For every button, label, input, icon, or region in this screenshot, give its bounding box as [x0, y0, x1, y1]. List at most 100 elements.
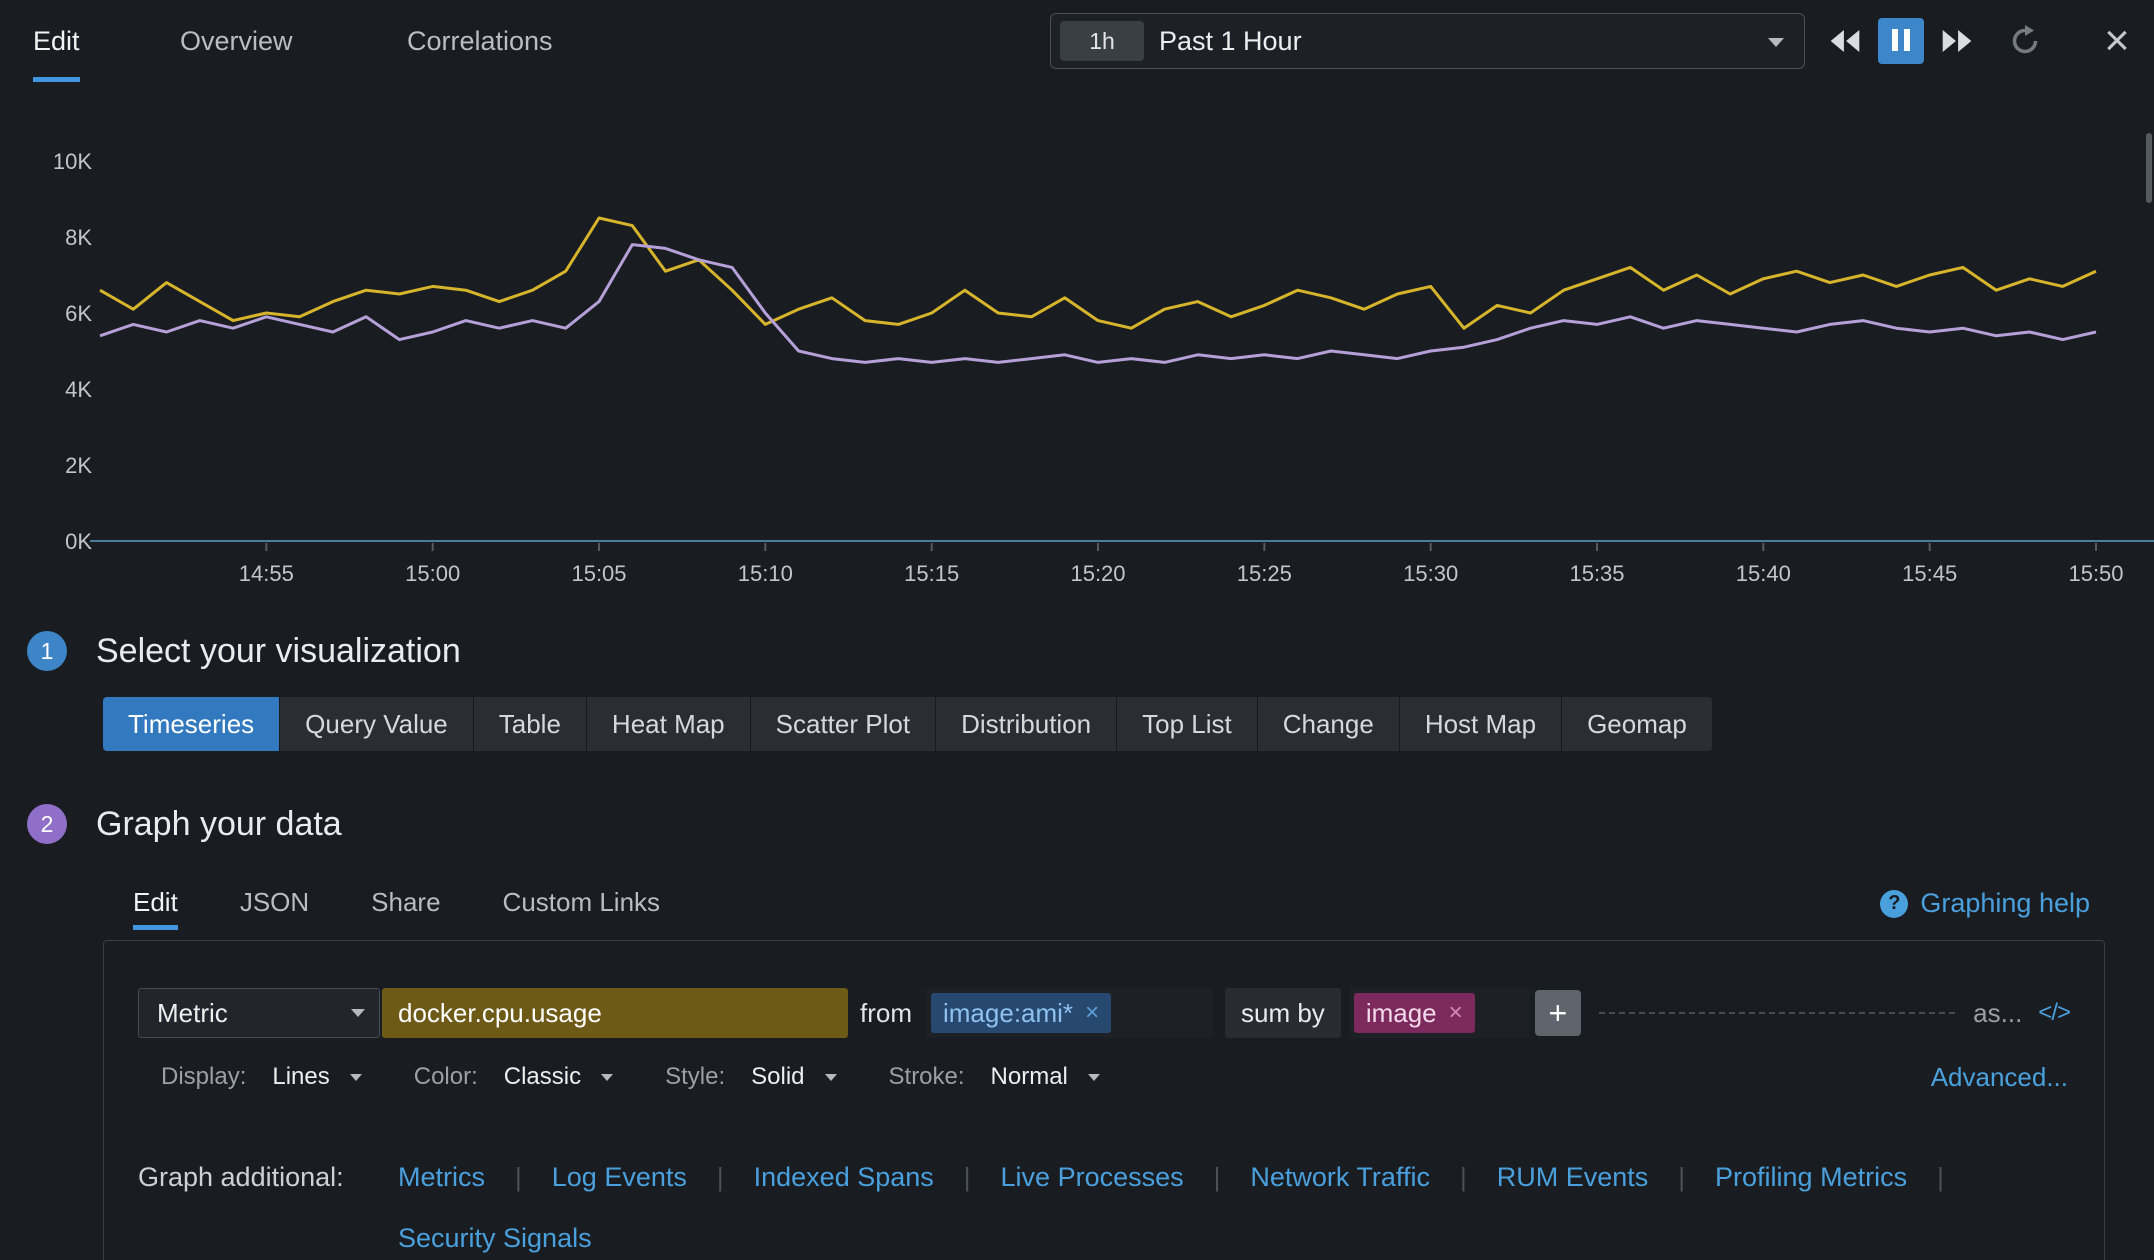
query-row: Metric docker.cpu.usage from image:ami* …: [138, 988, 2070, 1038]
viz-option-top-list[interactable]: Top List: [1117, 697, 1258, 751]
svg-text:15:00: 15:00: [405, 561, 460, 586]
scrollbar-thumb[interactable]: [2146, 133, 2152, 203]
additional-link-live-processes[interactable]: Live Processes: [1001, 1162, 1184, 1192]
remove-tag-icon[interactable]: ×: [1449, 999, 1463, 1027]
additional-links-row: Security Signals: [398, 1210, 2098, 1260]
svg-text:15:25: 15:25: [1237, 561, 1292, 586]
time-range-label: Past 1 Hour: [1159, 26, 1302, 57]
group-by-tag-label: image: [1366, 998, 1437, 1029]
chevron-down-icon: [1088, 1074, 1100, 1081]
link-separator: |: [964, 1162, 971, 1192]
from-filter-tag[interactable]: image:ami* ×: [931, 993, 1111, 1033]
tab-edit[interactable]: Edit: [33, 0, 80, 82]
svg-text:10K: 10K: [53, 149, 92, 174]
code-editor-icon[interactable]: </>: [2038, 999, 2070, 1027]
chevron-down-icon: [350, 1074, 362, 1081]
viz-option-timeseries[interactable]: Timeseries: [103, 697, 280, 751]
svg-text:15:40: 15:40: [1736, 561, 1791, 586]
link-separator: |: [1214, 1162, 1221, 1192]
from-label: from: [860, 998, 912, 1029]
viz-option-query-value[interactable]: Query Value: [280, 697, 474, 751]
stroke-dropdown[interactable]: Stroke: Normal: [889, 1063, 1100, 1091]
viz-option-distribution[interactable]: Distribution: [936, 697, 1117, 751]
additional-link-log-events[interactable]: Log Events: [552, 1162, 687, 1192]
query-editor: Metric docker.cpu.usage from image:ami* …: [103, 940, 2105, 1260]
graph-tab-custom-links[interactable]: Custom Links: [503, 874, 661, 930]
svg-text:15:20: 15:20: [1070, 561, 1125, 586]
as-alias-button[interactable]: as...: [1973, 998, 2022, 1029]
tab-correlations[interactable]: Correlations: [407, 0, 553, 82]
display-options-row: Display: Lines Color: Classic Style: Sol…: [161, 1057, 1152, 1097]
color-dropdown[interactable]: Color: Classic: [414, 1063, 613, 1091]
additional-link-security-signals[interactable]: Security Signals: [398, 1223, 592, 1253]
fast-forward-button[interactable]: [1934, 18, 1980, 64]
svg-text:15:50: 15:50: [2068, 561, 2123, 586]
link-separator: |: [1678, 1162, 1685, 1192]
additional-link-profiling-metrics[interactable]: Profiling Metrics: [1715, 1162, 1907, 1192]
graph-tabs: Edit JSON Share Custom Links: [133, 874, 660, 930]
refresh-button[interactable]: [2002, 18, 2048, 64]
chevron-down-icon: [601, 1074, 613, 1081]
viz-option-scatter-plot[interactable]: Scatter Plot: [751, 697, 936, 751]
pause-button[interactable]: [1878, 18, 1924, 64]
svg-text:0K: 0K: [65, 529, 92, 554]
color-value: Classic: [504, 1063, 581, 1091]
graph-tab-edit[interactable]: Edit: [133, 874, 178, 930]
visualization-selector: TimeseriesQuery ValueTableHeat MapScatte…: [103, 697, 1712, 751]
additional-link-indexed-spans[interactable]: Indexed Spans: [754, 1162, 934, 1192]
link-separator: |: [515, 1162, 522, 1192]
remove-tag-icon[interactable]: ×: [1085, 999, 1099, 1027]
advanced-link[interactable]: Advanced...: [1931, 1057, 2068, 1097]
step-2-badge: 2: [27, 804, 67, 844]
group-by-input[interactable]: image ×: [1349, 988, 1529, 1038]
chart-canvas: 10K8K6K4K2K0K14:5515:0015:0515:1015:1515…: [0, 82, 2154, 622]
sum-by-label: sum by: [1225, 988, 1341, 1038]
group-by-tag[interactable]: image ×: [1354, 993, 1475, 1033]
metric-input[interactable]: docker.cpu.usage: [382, 988, 848, 1038]
graph-tab-json[interactable]: JSON: [240, 874, 309, 930]
viz-option-host-map[interactable]: Host Map: [1400, 697, 1562, 751]
timeseries-chart[interactable]: 10K8K6K4K2K0K14:5515:0015:0515:1015:1515…: [0, 82, 2154, 622]
viz-option-table[interactable]: Table: [474, 697, 587, 751]
link-separator: |: [1460, 1162, 1467, 1192]
stroke-value: Normal: [991, 1063, 1068, 1091]
display-dropdown[interactable]: Display: Lines: [161, 1063, 362, 1091]
additional-links-row: Metrics | Log Events | Indexed Spans | Live Pr…: [398, 1149, 2098, 1210]
viz-option-change[interactable]: Change: [1258, 697, 1400, 751]
stroke-label: Stroke:: [889, 1063, 965, 1091]
close-button[interactable]: ×: [2094, 18, 2140, 64]
svg-text:15:45: 15:45: [1902, 561, 1957, 586]
additional-link-network-traffic[interactable]: Network Traffic: [1250, 1162, 1430, 1192]
svg-text:14:55: 14:55: [239, 561, 294, 586]
svg-text:15:30: 15:30: [1403, 561, 1458, 586]
chevron-down-icon: [1768, 38, 1784, 47]
pause-icon: [1889, 29, 1913, 54]
additional-link-rum-events[interactable]: RUM Events: [1497, 1162, 1649, 1192]
from-filter-input[interactable]: image:ami* ×: [926, 988, 1213, 1038]
viz-option-heat-map[interactable]: Heat Map: [587, 697, 751, 751]
svg-text:6K: 6K: [65, 301, 92, 326]
rewind-icon: [1830, 30, 1860, 52]
viz-option-geomap[interactable]: Geomap: [1562, 697, 1712, 751]
additional-link-metrics[interactable]: Metrics: [398, 1162, 485, 1192]
add-query-button[interactable]: +: [1535, 990, 1581, 1036]
chevron-down-icon: [825, 1074, 837, 1081]
svg-text:2K: 2K: [65, 453, 92, 478]
time-range-picker[interactable]: 1h Past 1 Hour: [1050, 13, 1805, 69]
source-type-value: Metric: [157, 998, 228, 1029]
color-label: Color:: [414, 1063, 478, 1091]
refresh-icon: [2007, 23, 2043, 59]
graphing-help-link[interactable]: ? Graphing help: [1880, 888, 2090, 919]
tab-overview[interactable]: Overview: [180, 0, 293, 82]
link-separator: |: [717, 1162, 724, 1192]
graph-tab-share[interactable]: Share: [371, 874, 440, 930]
link-separator: |: [1937, 1162, 1944, 1192]
display-value: Lines: [272, 1063, 329, 1091]
svg-text:15:05: 15:05: [571, 561, 626, 586]
style-label: Style:: [665, 1063, 725, 1091]
metric-value: docker.cpu.usage: [398, 998, 602, 1029]
source-type-dropdown[interactable]: Metric: [138, 988, 380, 1038]
rewind-button[interactable]: [1822, 18, 1868, 64]
from-filter-tag-label: image:ami*: [943, 998, 1073, 1029]
style-dropdown[interactable]: Style: Solid: [665, 1063, 836, 1091]
